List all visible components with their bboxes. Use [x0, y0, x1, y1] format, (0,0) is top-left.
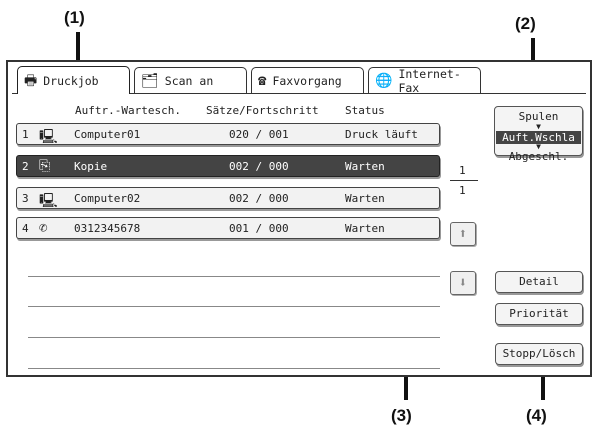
job-name: Computer02	[74, 192, 141, 205]
arrow-up-icon: ⬆	[458, 226, 468, 242]
job-name: 0312345678	[74, 222, 141, 235]
queue-mode-switch[interactable]: Spulen ▼ Auft.Wschla ▼ Abgeschl.	[494, 106, 583, 163]
job-status: Warten	[345, 222, 385, 235]
job-row[interactable]: 4 ✆ 0312345678 001 / 000 Warten	[16, 217, 440, 239]
header-sets: Sätze/Fortschritt	[206, 104, 319, 117]
priority-button[interactable]: Priorität	[495, 303, 583, 325]
job-row-selected[interactable]: 2 ⎘ Kopie 002 / 000 Warten	[16, 155, 440, 177]
job-number: 4	[22, 222, 29, 235]
internet-fax-icon: 🌐	[375, 72, 393, 89]
job-status-panel: 🖶 Druckjob 🗂 Scan an ☎ Faxvorgang 🌐 Inte…	[6, 60, 592, 377]
tab-internet-fax[interactable]: 🌐 Internet-Fax	[368, 66, 481, 95]
phone-icon: ✆	[39, 220, 48, 236]
callout-2: (2)	[515, 14, 536, 33]
job-status: Druck läuft	[345, 128, 418, 141]
stop-delete-button[interactable]: Stopp/Lösch	[495, 343, 583, 365]
scan-icon: 🗂	[141, 72, 159, 89]
tab-faxvorgang[interactable]: ☎ Faxvorgang	[251, 67, 364, 93]
computer-icon: 🖳	[39, 193, 58, 209]
job-number: 2	[22, 160, 29, 173]
copy-icon: ⎘	[39, 158, 51, 174]
scroll-up-button[interactable]: ⬆	[450, 222, 476, 246]
printer-icon: 🖶	[24, 72, 38, 89]
tab-druckjob[interactable]: 🖶 Druckjob	[17, 66, 130, 94]
mode-arrow-down-icon: ▼	[536, 122, 541, 131]
detail-button[interactable]: Detail	[495, 271, 583, 293]
tab-label: Druckjob	[43, 73, 99, 88]
tab-label: Scan an	[164, 73, 214, 88]
tab-label: Internet-Fax	[398, 66, 461, 95]
fax-icon: ☎	[258, 72, 267, 89]
job-progress: 020 / 001	[229, 128, 289, 141]
job-name: Computer01	[74, 128, 141, 141]
job-row[interactable]: 3 🖳 Computer02 002 / 000 Warten	[16, 187, 440, 209]
job-number: 1	[22, 128, 29, 141]
job-progress: 002 / 000	[229, 160, 289, 173]
job-progress: 002 / 000	[229, 192, 289, 205]
job-status: Warten	[345, 192, 385, 205]
job-status: Warten	[345, 160, 385, 173]
header-status: Status	[345, 104, 385, 117]
job-row[interactable]: 1 🖳 Computer01 020 / 001 Druck läuft	[16, 123, 440, 145]
mode-complete[interactable]: Abgeschl.	[495, 150, 582, 163]
page-current: 1	[459, 164, 466, 177]
page-divider	[450, 180, 478, 181]
job-progress: 001 / 000	[229, 222, 289, 235]
header-queue: Auftr.-Wartesch.	[75, 104, 181, 117]
job-name: Kopie	[74, 160, 108, 173]
page-total: 1	[459, 184, 466, 197]
empty-row-line	[28, 276, 440, 277]
empty-row-line	[28, 306, 440, 307]
empty-row-line	[28, 368, 440, 369]
computer-icon: 🖳	[39, 129, 58, 145]
callout-1: (1)	[64, 8, 85, 27]
empty-row-line	[28, 337, 440, 338]
tab-label: Faxvorgang	[272, 73, 342, 88]
callout-3: (3)	[391, 406, 412, 425]
callout-4: (4)	[526, 406, 547, 425]
tab-scan-an[interactable]: 🗂 Scan an	[134, 67, 247, 93]
job-number: 3	[22, 192, 29, 205]
arrow-down-icon: ⬇	[458, 275, 468, 291]
scroll-down-button[interactable]: ⬇	[450, 271, 476, 295]
